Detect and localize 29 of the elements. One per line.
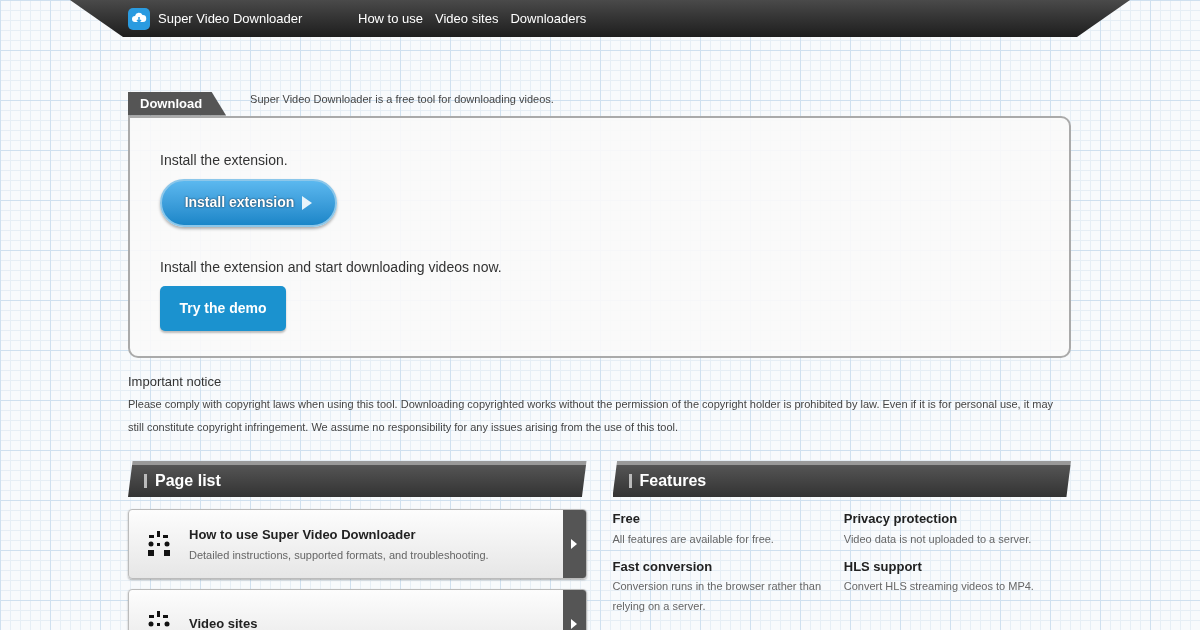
page-list-item[interactable]: How to use Super Video Downloader Detailed instructions, supported formats, and troubleshooting.: [128, 509, 587, 579]
feature-description: Video data is not uploaded to a server.: [843, 531, 1033, 547]
caret-icon: [571, 539, 577, 549]
dots-icon: [145, 531, 173, 557]
feature-title: Free: [612, 510, 641, 528]
tagline: Super Video Downloader is a free tool for downloading videos.: [250, 92, 554, 107]
install-text: Install the extension.: [160, 150, 289, 170]
feature-description: Convert HLS streaming videos to MP4.: [843, 579, 1035, 594]
item-title: How to use Super Video Downloader: [189, 525, 417, 544]
nav-link[interactable]: Video sites: [435, 8, 499, 29]
brand-name[interactable]: Super Video Downloader: [158, 8, 358, 29]
notice-text: Please comply with copyright laws when using this tool. Downloading copyrighted works without the permission of the copyright holder is prohibited by law. Even if it is for personal use, it may still constitute copyright infringement. We assume no responsibility for any issues arising from the use of this tool.: [128, 397, 1055, 435]
caret-icon: [571, 619, 577, 629]
notice-title: Important notice: [128, 372, 223, 391]
feature-title: Fast conversion: [612, 557, 714, 576]
page-list-item[interactable]: Video sites: [128, 589, 587, 630]
nav-link[interactable]: How to use: [358, 8, 424, 29]
play-icon: [302, 195, 313, 210]
nav-link[interactable]: Downloaders: [510, 8, 587, 29]
demo-text: Install the extension and start downloading videos now.: [160, 257, 503, 277]
logo-icon[interactable]: [128, 7, 150, 30]
feature-description: Conversion runs in the browser rather than relying on a server.: [612, 579, 822, 614]
section-title: Features: [639, 471, 707, 491]
feature-title: HLS support: [843, 557, 923, 576]
feature-title: Privacy protection: [843, 510, 959, 528]
feature-description: All features are available for free.: [612, 531, 775, 547]
item-description: Detailed instructions, supported formats, and troubleshooting.: [189, 548, 489, 563]
item-title: Video sites: [189, 615, 258, 630]
section-title: Page list: [155, 471, 221, 491]
